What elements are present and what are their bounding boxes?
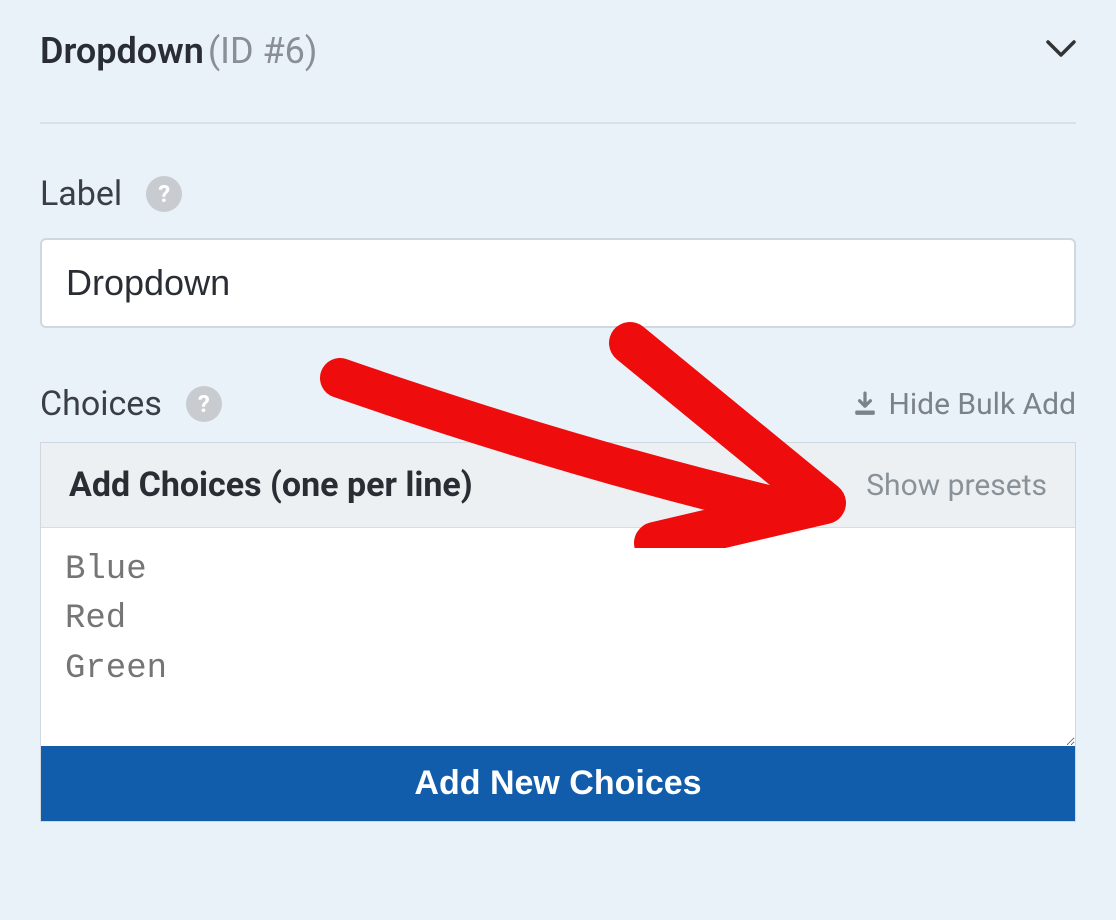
label-heading-row: Label ?: [40, 174, 1076, 214]
panel-header[interactable]: Dropdown (ID #6): [40, 30, 1076, 124]
help-icon[interactable]: ?: [186, 386, 222, 422]
choices-heading-left: Choices ?: [40, 384, 222, 424]
bulk-panel-title: Add Choices (one per line): [69, 465, 473, 505]
panel-title: Dropdown: [40, 30, 204, 72]
label-heading: Label: [40, 174, 122, 214]
hide-bulk-add-label: Hide Bulk Add: [888, 387, 1076, 422]
hide-bulk-add-link[interactable]: Hide Bulk Add: [852, 387, 1076, 422]
bulk-choices-textarea[interactable]: [41, 528, 1075, 746]
panel-title-group: Dropdown (ID #6): [40, 30, 317, 72]
bulk-add-panel: Add Choices (one per line) Show presets …: [40, 442, 1076, 822]
label-input[interactable]: [40, 238, 1076, 328]
choices-heading: Choices: [40, 384, 162, 424]
panel-id: (ID #6): [208, 30, 318, 72]
bulk-panel-header: Add Choices (one per line) Show presets: [41, 443, 1075, 528]
show-presets-link[interactable]: Show presets: [866, 468, 1047, 503]
download-icon: [852, 391, 878, 417]
help-icon[interactable]: ?: [146, 176, 182, 212]
chevron-down-icon[interactable]: [1046, 40, 1076, 62]
add-new-choices-button[interactable]: Add New Choices: [41, 746, 1075, 821]
choices-heading-row: Choices ? Hide Bulk Add: [40, 384, 1076, 424]
